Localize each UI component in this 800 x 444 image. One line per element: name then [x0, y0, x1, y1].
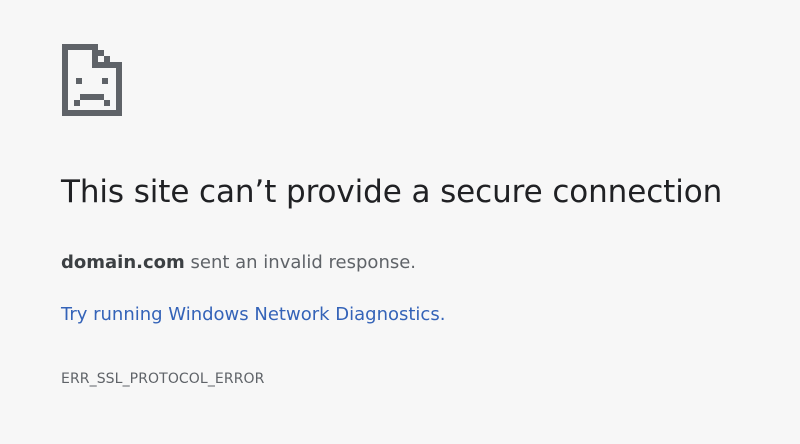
sad-document-icon	[62, 44, 122, 116]
error-message: domain.com sent an invalid response.	[61, 252, 416, 273]
error-title: This site can’t provide a secure connect…	[61, 174, 723, 210]
error-message-text: sent an invalid response.	[184, 252, 417, 273]
error-domain: domain.com	[61, 252, 185, 273]
error-page: This site can’t provide a secure connect…	[0, 0, 800, 444]
error-code: ERR_SSL_PROTOCOL_ERROR	[61, 371, 265, 387]
network-diagnostics-link[interactable]: Try running Windows Network Diagnostics.	[61, 304, 445, 325]
